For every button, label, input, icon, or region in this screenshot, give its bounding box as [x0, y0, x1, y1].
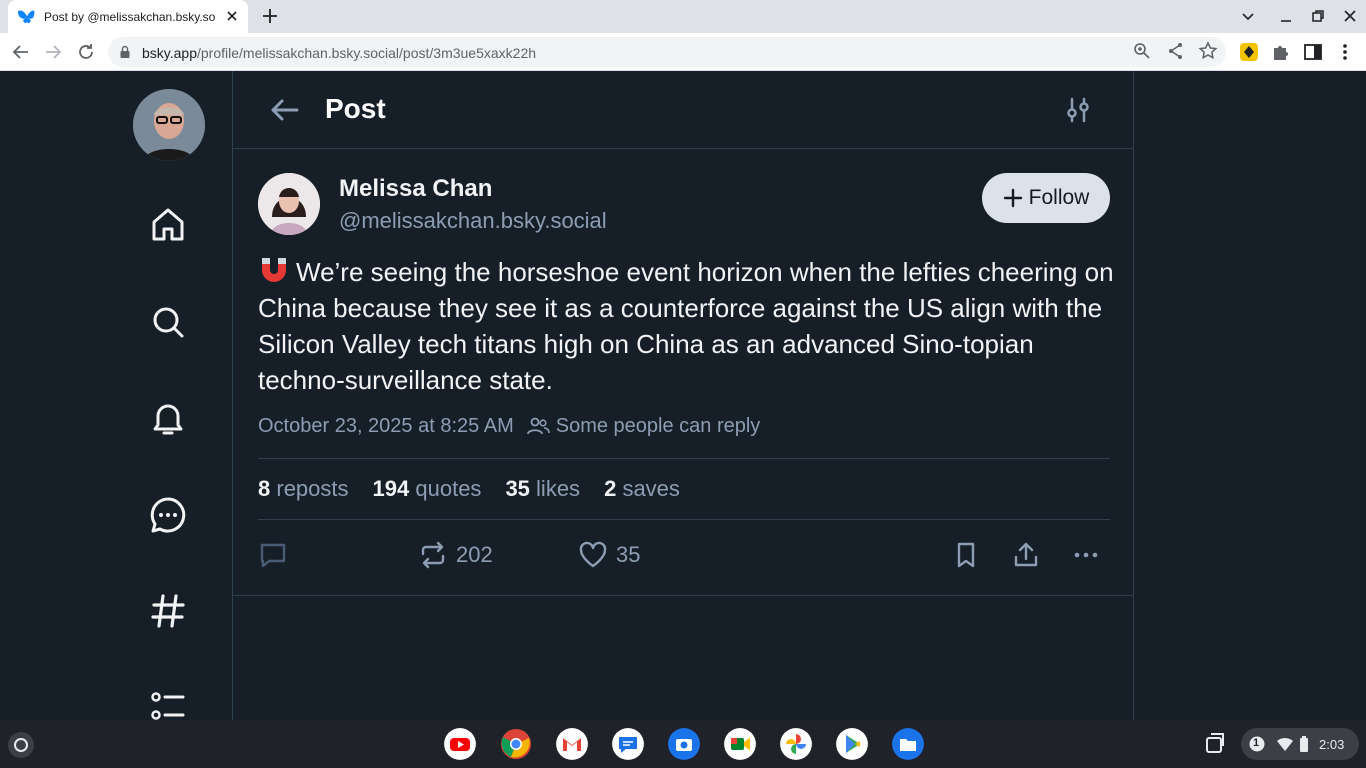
gmail-app-icon[interactable]	[556, 728, 588, 760]
clipboard-icon[interactable]	[1201, 730, 1229, 758]
profile-photo-icon	[133, 89, 205, 161]
repost-button[interactable]: 202	[418, 540, 493, 570]
battery-icon	[1300, 736, 1308, 752]
reply-button[interactable]	[258, 540, 288, 570]
like-count: 35	[616, 542, 641, 567]
reposts-stat[interactable]: 8 reposts	[258, 476, 349, 502]
close-window-icon[interactable]	[1340, 6, 1360, 26]
magnet-emoji-icon	[262, 258, 286, 282]
wifi-icon	[1277, 737, 1293, 751]
os-shelf: 1 2:03	[0, 720, 1366, 768]
saves-stat[interactable]: 2 saves	[604, 476, 680, 502]
chrome-app-icon[interactable]	[500, 728, 532, 760]
zoom-icon[interactable]	[1132, 41, 1152, 61]
extension-icon[interactable]	[1238, 41, 1260, 63]
plus-icon	[1003, 188, 1022, 208]
heart-icon	[579, 541, 607, 568]
more-options-button[interactable]	[1071, 540, 1101, 570]
browser-tab[interactable]: Post by @melissakchan.bsky.so	[8, 0, 248, 33]
quotes-stat[interactable]: 194 quotes	[373, 476, 482, 502]
divider	[258, 519, 1110, 520]
launcher-button[interactable]	[8, 732, 34, 758]
bookmark-button[interactable]	[951, 540, 981, 570]
page-title: Post	[325, 93, 386, 124]
forward-arrow-icon[interactable]	[42, 41, 64, 63]
main-column: Post Melissa Chan @melissakchan.bsky.soc…	[232, 71, 1134, 720]
reply-bubble-icon	[260, 543, 286, 568]
like-button[interactable]: 35	[578, 540, 640, 570]
post: Melissa Chan @melissakchan.bsky.social F…	[233, 149, 1133, 596]
more-horiz-icon	[1074, 552, 1098, 558]
people-icon	[526, 417, 550, 435]
likes-stat[interactable]: 35 likes	[505, 476, 580, 502]
play-store-app-icon[interactable]	[836, 728, 868, 760]
bluesky-butterfly-icon	[18, 10, 35, 23]
left-navigation	[130, 71, 210, 720]
divider	[258, 458, 1110, 459]
bluesky-app: Post Melissa Chan @melissakchan.bsky.soc…	[0, 71, 1366, 720]
clock: 2:03	[1319, 737, 1345, 752]
meet-app-icon[interactable]	[724, 728, 756, 760]
tab-title: Post by @melissakchan.bsky.so	[44, 9, 216, 24]
follow-button[interactable]: Follow	[982, 173, 1110, 223]
post-meta: October 23, 2025 at 8:25 AM Some people …	[258, 414, 760, 438]
author-name[interactable]: Melissa Chan	[339, 175, 492, 203]
notification-count: 1	[1253, 737, 1260, 749]
reply-setting[interactable]: Some people can reply	[556, 415, 761, 438]
files-app-icon[interactable]	[892, 728, 924, 760]
browser-tabstrip: Post by @melissakchan.bsky.so	[0, 0, 1366, 33]
post-stats: 8 reposts 194 quotes 35 likes 2 saves	[258, 476, 680, 502]
lock-icon	[120, 45, 130, 58]
repost-icon	[421, 541, 445, 569]
launcher-circle-icon	[14, 738, 28, 752]
close-tab-icon[interactable]	[224, 8, 240, 24]
camera-app-icon[interactable]	[668, 728, 700, 760]
new-tab-icon[interactable]	[260, 6, 280, 26]
photos-app-icon[interactable]	[780, 728, 812, 760]
restore-icon[interactable]	[1308, 6, 1328, 26]
page-header: Post	[233, 71, 1133, 149]
author-avatar[interactable]	[258, 173, 320, 235]
messages-app-icon[interactable]	[612, 728, 644, 760]
back-arrow-icon[interactable]	[267, 93, 301, 127]
bookmark-icon	[957, 542, 975, 568]
minimize-icon[interactable]	[1276, 6, 1296, 26]
bookmark-star-icon[interactable]	[1198, 41, 1218, 61]
feeds-hashtag-icon[interactable]	[148, 591, 188, 631]
share-icon[interactable]	[1166, 41, 1186, 61]
post-actions: 202 35	[233, 534, 1133, 584]
notifications-bell-icon[interactable]	[148, 398, 188, 438]
post-timestamp: October 23, 2025 at 8:25 AM	[258, 414, 514, 437]
author-handle[interactable]: @melissakchan.bsky.social	[339, 208, 607, 234]
my-avatar[interactable]	[133, 89, 205, 161]
puzzle-icon[interactable]	[1270, 41, 1292, 63]
search-icon[interactable]	[148, 302, 188, 342]
tab-search-chevron-icon[interactable]	[1238, 6, 1258, 26]
youtube-app-icon[interactable]	[444, 728, 476, 760]
browser-toolbar: bsky.app/profile/melissakchan.bsky.socia…	[0, 33, 1366, 71]
home-icon[interactable]	[148, 205, 188, 245]
more-vert-icon[interactable]	[1334, 41, 1356, 63]
chat-icon[interactable]	[148, 495, 188, 535]
system-tray[interactable]: 1 2:03	[1241, 728, 1359, 760]
share-upload-icon	[1014, 542, 1038, 567]
back-arrow-icon[interactable]	[10, 41, 32, 63]
url-text: bsky.app/profile/melissakchan.bsky.socia…	[142, 45, 537, 61]
repost-count: 202	[456, 542, 493, 567]
address-bar[interactable]: bsky.app/profile/melissakchan.bsky.socia…	[108, 37, 1226, 67]
sidepanel-icon[interactable]	[1302, 41, 1324, 63]
follow-label: Follow	[1028, 186, 1090, 209]
share-button[interactable]	[1011, 540, 1041, 570]
reload-icon[interactable]	[75, 41, 97, 63]
author-photo-icon	[258, 173, 320, 235]
post-text: We’re seeing the horseshoe event horizon…	[258, 254, 1118, 398]
lists-icon[interactable]	[148, 687, 188, 720]
thread-settings-sliders-icon[interactable]	[1063, 95, 1093, 125]
